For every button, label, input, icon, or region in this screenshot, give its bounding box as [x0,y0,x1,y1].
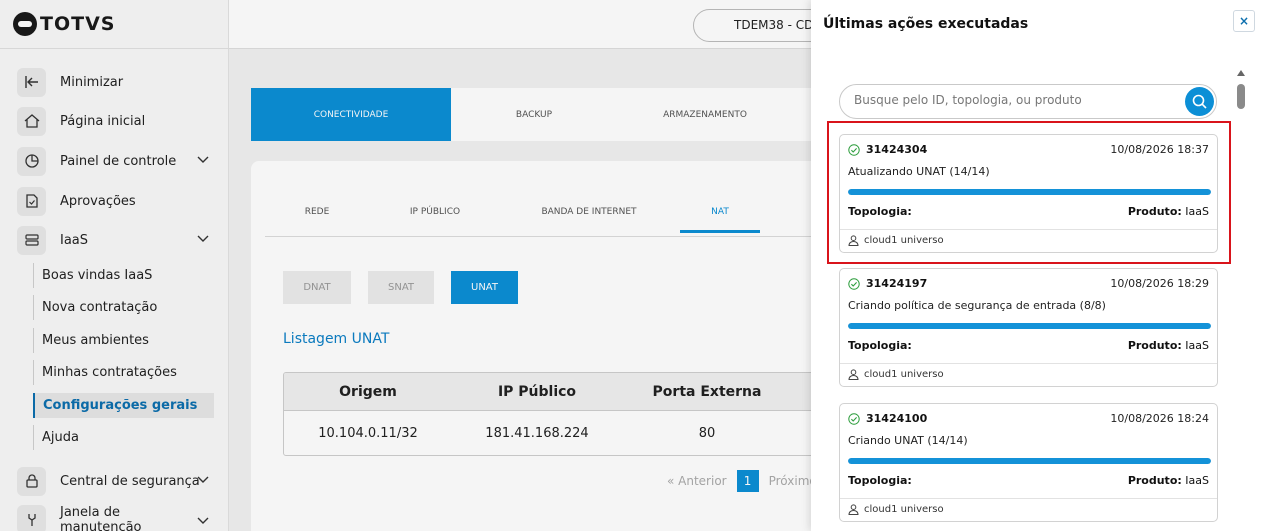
action-user-name: cloud1 universo [864,504,944,515]
topology-label: Topologia: [848,474,912,487]
action-description: Criando UNAT (14/14) [848,434,968,447]
close-panel-button[interactable]: × [1233,10,1255,32]
product-label: Produto: [1127,474,1182,487]
panel-scrollbar[interactable] [1236,70,1246,531]
action-description: Atualizando UNAT (14/14) [848,165,990,178]
action-card[interactable]: 31424100 10/08/2026 18:24 Criando UNAT (… [839,403,1218,522]
action-id: 31424304 [866,143,928,156]
action-card[interactable]: 31424197 10/08/2026 18:29 Criando políti… [839,268,1218,387]
card-divider [840,363,1217,364]
close-icon: × [1238,14,1250,28]
action-progress-bar [848,458,1211,464]
action-card[interactable]: 31424304 10/08/2026 18:37 Atualizando UN… [839,134,1218,253]
product-label: Produto: [1127,339,1182,352]
recent-actions-panel: Últimas ações executadas × 31424304 10/0… [811,0,1262,531]
card-divider [840,229,1217,230]
panel-title: Últimas ações executadas [823,16,1029,32]
card-divider [840,498,1217,499]
action-user-name: cloud1 universo [864,369,944,380]
check-circle-icon [848,144,860,156]
action-description: Criando política de segurança de entrada… [848,299,1106,312]
action-date: 10/08/2026 18:24 [1110,412,1209,425]
action-progress-fill [848,189,1211,195]
action-user-name: cloud1 universo [864,235,944,246]
action-date: 10/08/2026 18:29 [1110,277,1209,290]
check-circle-icon [848,278,860,290]
search-box [839,84,1217,119]
check-circle-icon [848,413,860,425]
scrollbar-thumb[interactable] [1237,84,1245,109]
action-id: 31424197 [866,277,928,290]
product-label: Produto: [1127,205,1182,218]
user-icon [848,504,859,515]
product-value: IaaS [1185,339,1209,352]
action-progress-bar [848,323,1211,329]
search-button[interactable] [1185,87,1214,116]
action-user: cloud1 universo [848,504,944,515]
panel-backdrop[interactable] [0,0,811,531]
product-field: Produto: IaaS [1128,339,1209,352]
action-user: cloud1 universo [848,235,944,246]
product-value: IaaS [1185,474,1209,487]
product-field: Produto: IaaS [1128,205,1209,218]
action-date: 10/08/2026 18:37 [1110,143,1209,156]
action-id: 31424100 [866,412,928,425]
action-progress-bar [848,189,1211,195]
action-progress-fill [848,323,1211,329]
topology-label: Topologia: [848,205,912,218]
product-value: IaaS [1185,205,1209,218]
user-icon [848,369,859,380]
product-field: Produto: IaaS [1128,474,1209,487]
action-user: cloud1 universo [848,369,944,380]
scroll-up-icon[interactable] [1237,70,1245,76]
search-icon [1192,94,1207,109]
topology-label: Topologia: [848,339,912,352]
user-icon [848,235,859,246]
action-progress-fill [848,458,1211,464]
search-input[interactable] [854,93,1174,107]
